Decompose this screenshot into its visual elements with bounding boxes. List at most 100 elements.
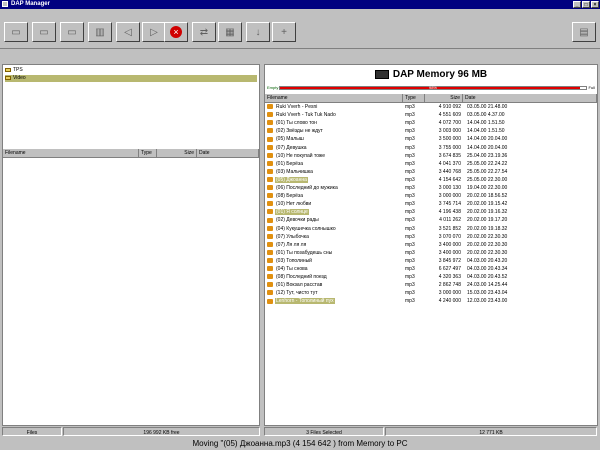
- file-date: 14.04.00 1.51.50: [467, 128, 505, 135]
- file-size: 3 755 000: [438, 144, 461, 151]
- file-name: (05) Малыш: [267, 135, 397, 143]
- music-file-icon: [267, 241, 273, 247]
- close-button[interactable]: ×: [591, 1, 599, 8]
- file-type: mp3: [405, 104, 415, 110]
- exit-icon: ▤: [579, 26, 589, 38]
- toolbar-button-9[interactable]: ▦: [218, 22, 242, 42]
- file-size: 3 000 000: [438, 290, 461, 297]
- minimize-button[interactable]: _: [573, 1, 581, 8]
- file-date: 04.03.00 20.43.20: [467, 257, 508, 264]
- file-row[interactable]: Ruki Vverh - Tuk Tuk Nado mp3 4 551 609 03.…: [265, 111, 597, 119]
- file-type: mp3: [405, 168, 415, 175]
- file-name: (12) Тут, чисто тут: [267, 289, 397, 297]
- file-row[interactable]: (04) Ты снова mp3 6 627 497 04.03.00 20.43.…: [265, 265, 597, 273]
- music-file-icon: [267, 160, 273, 166]
- toolbar-button-exit[interactable]: ▤: [572, 22, 596, 42]
- file-name: (03) Тополиный: [267, 257, 397, 265]
- memory-chip-icon: [374, 69, 389, 79]
- file-row[interactable]: Ruki Vverh - Pesni mp3 4 910 092 03.05.00 2…: [265, 103, 597, 111]
- toolbar-button-2[interactable]: ▭: [32, 22, 56, 42]
- music-file-icon: [267, 233, 273, 239]
- file-row[interactable]: (03) Тополиный mp3 3 845 972 04.03.00 20.43…: [265, 257, 597, 265]
- file-name-text: (10) Нет любви: [276, 201, 312, 208]
- dap-memory-title-text: DAP Memory 96 MB: [392, 69, 488, 80]
- column-filename[interactable]: Filename: [265, 94, 403, 102]
- file-row[interactable]: (07) Улыбочка mp3 3 070 070 20.02.00 22.30.…: [265, 233, 597, 241]
- file-type: mp3: [405, 225, 415, 232]
- file-row[interactable]: (01) Ты слово тон mp3 4 072 700 14.04.00 1.…: [265, 119, 597, 127]
- status-left-size: 196 992 KB free: [63, 427, 260, 436]
- file-name-text: (07) Девушка: [276, 144, 307, 151]
- column-size[interactable]: Size: [157, 149, 197, 157]
- music-file-icon: [267, 225, 273, 231]
- memory-icon: ▭: [39, 26, 49, 38]
- file-type: mp3: [405, 120, 415, 127]
- file-date: 03.05.00 4.37.00: [467, 112, 505, 119]
- toolbar-button-forward[interactable]: ▷: [142, 22, 166, 42]
- file-row[interactable]: (07) Ля ля ля mp3 3 400 000 20.02.00 22.30.…: [265, 241, 597, 249]
- file-row[interactable]: (05) Джоанна mp3 4 154 642 25.05.00 22.30.0…: [265, 176, 597, 184]
- file-date: 03.05.00 21.48.00: [467, 104, 508, 110]
- toolbar-button-10[interactable]: ↓: [246, 22, 270, 42]
- maximize-button[interactable]: □: [582, 1, 590, 8]
- file-row[interactable]: (10) Нет любви mp3 3 745 714 20.02.00 19.15…: [265, 200, 597, 208]
- file-row[interactable]: (07) Девушка mp3 3 755 000 14.04.00 20.04.0…: [265, 144, 597, 152]
- file-name: (04) Ты снова: [267, 265, 397, 273]
- capacity-percent: 98%: [428, 85, 437, 90]
- file-size: 6 627 497: [438, 266, 461, 272]
- tree-item-tps[interactable]: TPS: [5, 67, 23, 74]
- music-file-icon: [267, 128, 273, 134]
- file-row[interactable]: (08) Последний поезд mp3 4 320 363 04.03.00…: [265, 273, 597, 281]
- file-name: (01) Берёза: [267, 160, 397, 168]
- tree-item-label: TPS: [13, 67, 23, 73]
- music-file-icon: [267, 274, 273, 280]
- music-file-icon: [267, 168, 273, 174]
- grid-icon: ▦: [225, 26, 235, 38]
- stop-icon: ×: [170, 26, 182, 38]
- file-size: 2 862 748: [438, 282, 461, 289]
- file-name: (06) Последний до мужика: [267, 184, 397, 192]
- file-size: 4 154 642: [438, 176, 461, 183]
- dap-panel: DAP Memory 96 MB Empty Full 98% Filename…: [264, 64, 598, 426]
- dap-file-header: Filename Type Size Date: [265, 94, 597, 103]
- file-row[interactable]: Lenhorn - Тополиный пух mp3 4 240 000 12.03…: [265, 297, 597, 305]
- status-left-files: Files: [2, 427, 62, 436]
- file-row[interactable]: (08) Берёза mp3 3 000 000 20.02.00 18.56.52: [265, 192, 597, 200]
- column-date[interactable]: Date: [197, 149, 259, 157]
- file-size: 3 003 000: [438, 128, 461, 135]
- toolbar-button-8[interactable]: ⇄: [192, 22, 216, 42]
- toolbar-button-3[interactable]: ▭: [60, 22, 84, 42]
- toolbar-button-1[interactable]: ▭: [4, 22, 28, 42]
- toolbar-button-11[interactable]: +: [272, 22, 296, 42]
- file-row[interactable]: (10) Не покупай тоже mp3 3 674 835 25.04.00…: [265, 152, 597, 160]
- toolbar: ▭ ▭ ▭ ▥ ◁ ▷ × ⇄ ▦ ↓ + ▤: [0, 18, 600, 49]
- file-row[interactable]: (03) Мальчишка mp3 3 440 768 25.05.00 22.27…: [265, 168, 597, 176]
- transfer-icon: ⇄: [199, 26, 209, 38]
- tree-item-video[interactable]: Video: [5, 75, 257, 82]
- file-name-text: (03) Тополиный: [276, 257, 312, 264]
- file-row[interactable]: (01) Ты позабудешь сны mp3 3 400 000 20.02.…: [265, 249, 597, 257]
- file-row[interactable]: (01) Вокзал расстав mp3 2 862 748 24.03.00 …: [265, 281, 597, 289]
- file-row[interactable]: (05) Малыш mp3 3 500 000 14.04.00 20.04.00: [265, 135, 597, 143]
- file-row[interactable]: (01) Берёза mp3 4 041 370 25.05.00 22.24.22: [265, 160, 597, 168]
- file-row[interactable]: (01) Я солнце mp3 4 196 438 20.02.00 19.16.…: [265, 208, 597, 216]
- file-name-text: (06) Последний до мужика: [276, 185, 338, 191]
- file-row[interactable]: (02) Девочки рады mp3 4 011 262 20.02.00 19…: [265, 216, 597, 224]
- file-size: 3 440 768: [438, 168, 461, 175]
- column-size[interactable]: Size: [425, 94, 463, 102]
- file-row[interactable]: (02) Звёзды не ждут mp3 3 003 000 14.04.00 …: [265, 127, 597, 135]
- column-filename[interactable]: Filename: [3, 149, 139, 157]
- music-file-icon: [267, 136, 273, 142]
- music-file-icon: [267, 144, 273, 150]
- column-type[interactable]: Type: [139, 149, 157, 157]
- file-row[interactable]: (04) Кукушечка солнышко mp3 3 521 852 20.02…: [265, 225, 597, 233]
- column-type[interactable]: Type: [403, 94, 425, 102]
- column-date[interactable]: Date: [463, 94, 597, 102]
- file-type: mp3: [405, 266, 415, 272]
- file-name-text: Lenhorn - Тополиный пух: [275, 298, 335, 305]
- toolbar-button-4[interactable]: ▥: [88, 22, 112, 42]
- toolbar-button-back[interactable]: ◁: [116, 22, 140, 42]
- file-row[interactable]: (06) Последний до мужика mp3 3 000 130 19.0…: [265, 184, 597, 192]
- toolbar-button-stop[interactable]: ×: [164, 22, 188, 42]
- file-row[interactable]: (12) Тут, чисто тут mp3 3 000 000 15.03.00 …: [265, 289, 597, 297]
